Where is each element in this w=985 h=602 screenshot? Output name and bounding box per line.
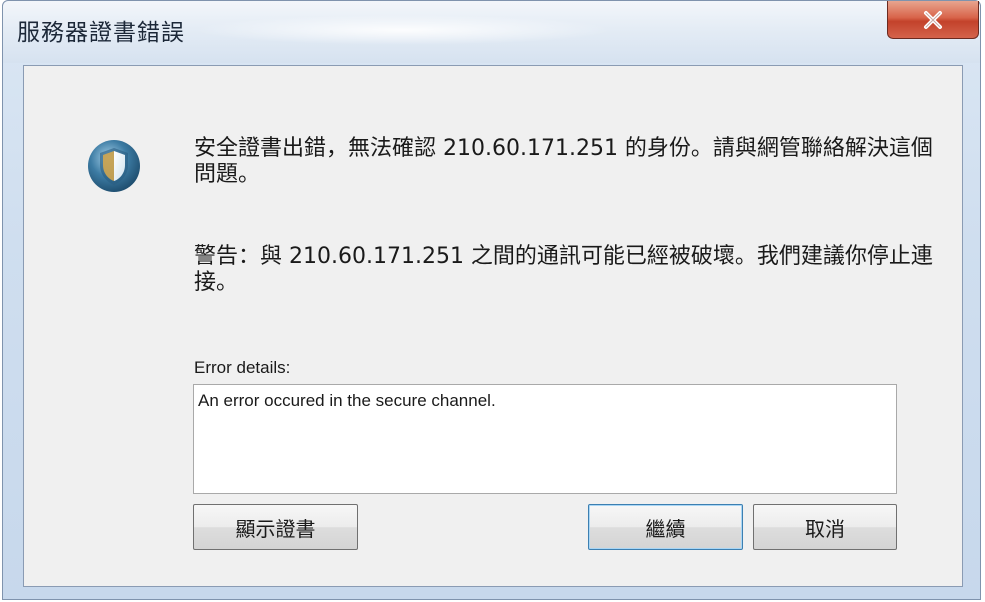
dialog-body: 安全證書出錯，無法確認 210.60.171.251 的身份。請與網管聯絡解決這…	[23, 65, 963, 587]
error-details-box[interactable]: An error occured in the secure channel.	[193, 384, 897, 494]
shield-icon	[88, 140, 140, 192]
cancel-button[interactable]: 取消	[753, 504, 897, 550]
window-title: 服務器證書錯誤	[17, 20, 185, 46]
error-details-label: Error details:	[194, 358, 291, 377]
dialog-window: 服務器證書錯誤 安全證書出錯，無法確認 210.60.171.251 的身份。請…	[2, 0, 981, 600]
close-icon	[924, 10, 942, 29]
show-certificate-button[interactable]: 顯示證書	[193, 504, 358, 550]
continue-button[interactable]: 繼續	[588, 504, 743, 550]
warning-message: 警告：與 210.60.171.251 之間的通訊可能已經被破壞。我們建議你停止…	[194, 244, 933, 295]
title-bar-glow	[193, 15, 613, 45]
error-message: 安全證書出錯，無法確認 210.60.171.251 的身份。請與網管聯絡解決這…	[194, 136, 933, 187]
title-bar[interactable]: 服務器證書錯誤	[3, 1, 980, 63]
close-button[interactable]	[887, 1, 979, 39]
